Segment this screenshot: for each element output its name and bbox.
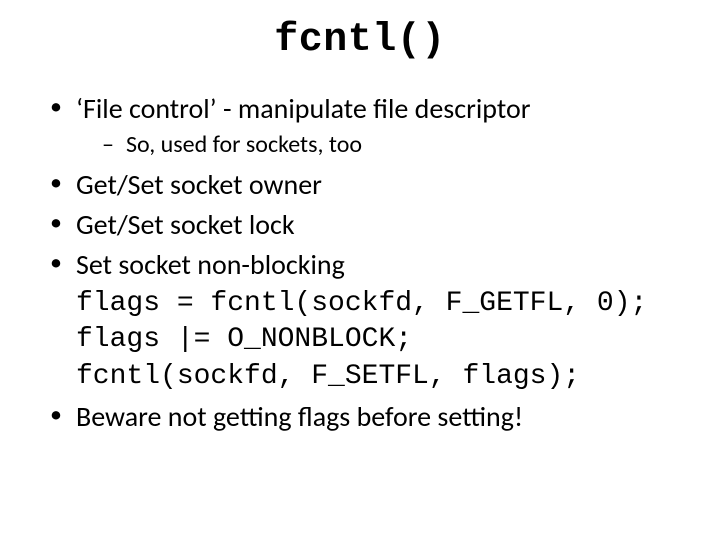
slide-title: fcntl()	[28, 18, 692, 63]
sub-bullet-text: So, used for sockets, too	[126, 130, 362, 159]
bullet-socket-lock: Get/Set socket lock	[56, 207, 692, 243]
sub-bullet-list: So, used for sockets, too	[76, 129, 692, 160]
bullet-text: Get/Set socket lock	[76, 207, 295, 242]
bullet-text: Set socket non-blocking	[76, 247, 345, 282]
bullet-text: ‘File control’ - manipulate file descrip…	[76, 91, 531, 126]
bullet-nonblocking: Set socket non-blocking flags = fcntl(so…	[56, 247, 692, 395]
bullet-file-control: ‘File control’ - manipulate file descrip…	[56, 91, 692, 161]
code-line-2: flags |= O_NONBLOCK;	[76, 322, 692, 358]
code-line-1: flags = fcntl(sockfd, F_GETFL, 0);	[76, 286, 692, 322]
bullet-text: Get/Set socket owner	[76, 167, 322, 202]
bullet-socket-owner: Get/Set socket owner	[56, 167, 692, 203]
code-block: flags = fcntl(sockfd, F_GETFL, 0); flags…	[76, 286, 692, 395]
slide: fcntl() ‘File control’ - manipulate file…	[0, 0, 720, 540]
sub-bullet-sockets: So, used for sockets, too	[106, 129, 692, 160]
bullet-list: ‘File control’ - manipulate file descrip…	[28, 91, 692, 435]
bullet-beware: Beware not getting flags before setting!	[56, 399, 692, 435]
bullet-text: Beware not getting flags before setting!	[76, 399, 523, 434]
code-line-3: fcntl(sockfd, F_SETFL, flags);	[76, 359, 692, 395]
